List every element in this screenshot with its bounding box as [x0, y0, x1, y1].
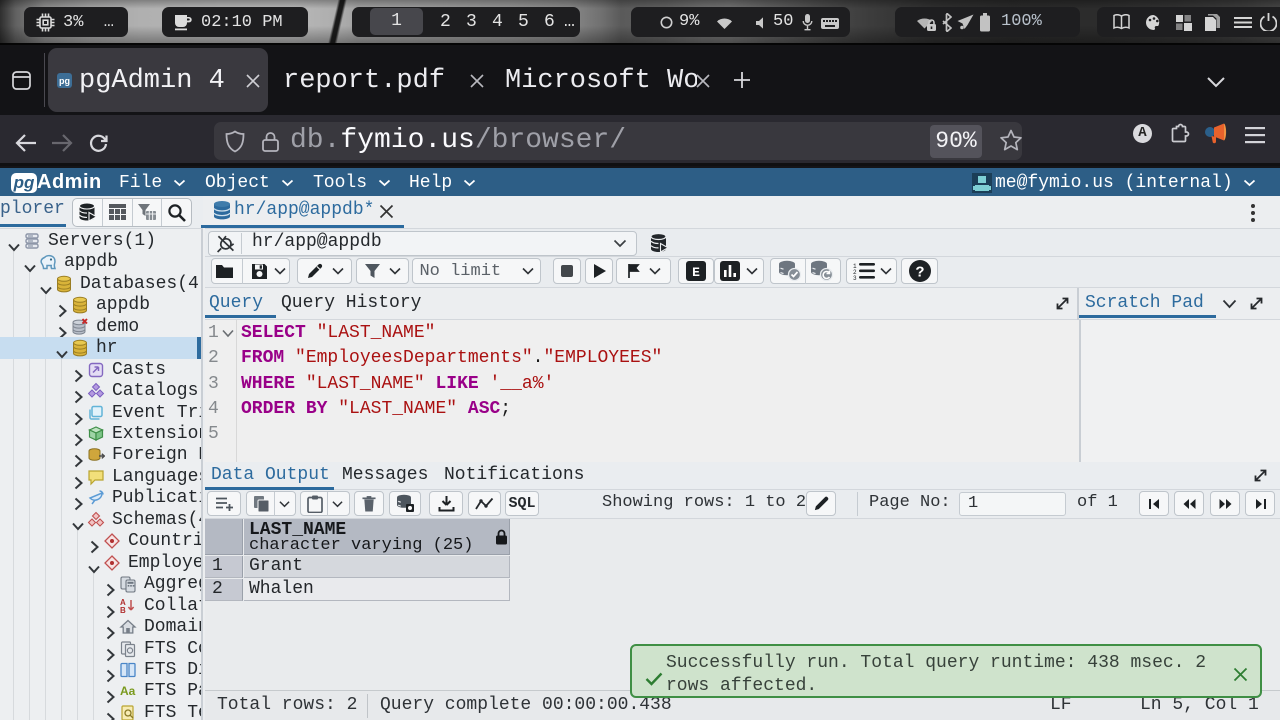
svg-text:?: ?	[915, 265, 924, 282]
svg-text:Aa: Aa	[120, 684, 136, 698]
svg-text:3: 3	[853, 275, 857, 280]
svg-text:pg: pg	[59, 76, 70, 86]
svg-text:E: E	[692, 265, 700, 280]
svg-text:B: B	[120, 606, 126, 615]
